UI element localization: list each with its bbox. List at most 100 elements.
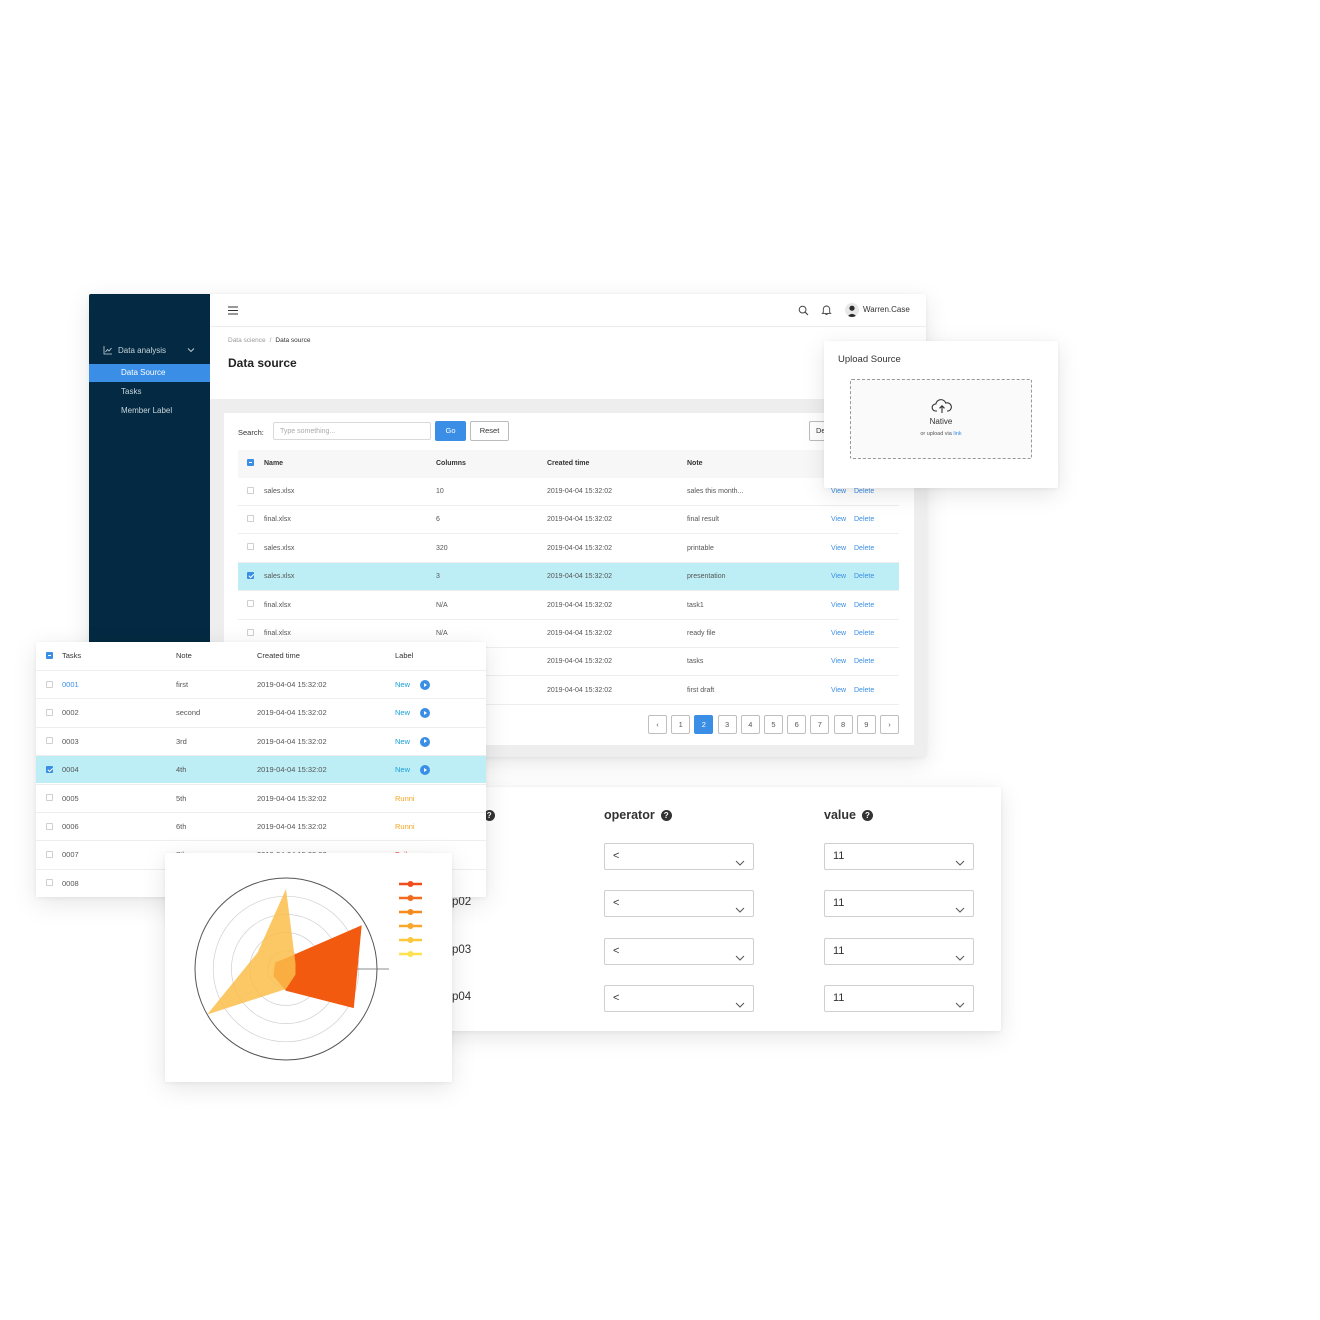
operator-select[interactable]: < [604, 890, 754, 918]
page-button[interactable]: 2 [694, 715, 714, 734]
search-icon[interactable] [798, 305, 809, 316]
column-header-label[interactable]: Label [395, 642, 413, 670]
breadcrumb-parent[interactable]: Data science [228, 337, 266, 344]
task-created-time: 2019-04-04 15:32:02 [257, 708, 327, 718]
next-page-button[interactable]: › [880, 715, 899, 734]
value-select[interactable]: 11 [824, 843, 974, 870]
help-icon[interactable]: ? [660, 809, 672, 821]
table-row[interactable]: 0005 5th 2019-04-04 15:32:02 Runni [36, 783, 486, 813]
view-link[interactable]: View [831, 506, 846, 534]
page-button[interactable]: 4 [740, 715, 760, 734]
play-icon[interactable] [420, 708, 430, 719]
note: task1 [687, 601, 704, 609]
column-count: N/A [436, 601, 448, 609]
table-row[interactable]: final.xlsx 6 2019-04-04 15:32:02 final resu… [238, 506, 899, 535]
go-button[interactable]: Go [435, 421, 466, 441]
task-id[interactable]: 0001 [62, 671, 79, 699]
column-header-created-time[interactable]: Created time [547, 450, 589, 478]
table-row[interactable]: 0006 6th 2019-04-04 15:32:02 Runni [36, 812, 486, 840]
upload-link[interactable]: link [953, 431, 961, 437]
delete-link[interactable]: Delete [854, 648, 874, 676]
column-header-columns[interactable]: Columns [436, 450, 466, 478]
note: sales this month... [687, 488, 744, 495]
table-header: Name Columns Created time Note [238, 450, 899, 478]
search-input[interactable]: Type something... [273, 422, 431, 440]
view-link[interactable]: View [831, 535, 846, 563]
table-row[interactable]: 0003 3rd 2019-04-04 15:32:02 New [36, 726, 486, 756]
view-link[interactable]: View [831, 648, 846, 676]
upload-native-option[interactable]: Native [851, 417, 1031, 426]
reset-button[interactable]: Reset [470, 421, 509, 441]
column-header-note[interactable]: Note [176, 642, 192, 670]
row-checkbox[interactable] [247, 563, 254, 591]
sidebar-item-member-label[interactable]: Member Label [89, 402, 210, 420]
menu-icon[interactable] [228, 306, 238, 315]
table-row[interactable]: 0002 second 2019-04-04 15:32:02 New [36, 698, 486, 726]
play-icon[interactable] [420, 736, 430, 747]
table-row[interactable]: 0004 4th 2019-04-04 15:32:02 New [36, 755, 486, 784]
row-checkbox[interactable] [46, 671, 53, 699]
view-link[interactable]: View [831, 620, 846, 648]
operator-select[interactable]: < [604, 937, 754, 965]
column-count: 3 [436, 573, 440, 581]
value-select[interactable]: 11 [824, 984, 974, 1012]
table-row[interactable]: final.xlsx N/A 2019-04-04 15:32:02 task1 Vie… [238, 592, 899, 620]
row-checkbox[interactable] [247, 506, 254, 534]
delete-link[interactable]: Delete [854, 592, 874, 620]
column-header-note[interactable]: Note [687, 450, 703, 478]
row-checkbox[interactable] [46, 756, 53, 784]
page-button[interactable]: 9 [856, 715, 876, 734]
sidebar-group-data-analysis[interactable]: Data analysis [89, 340, 210, 360]
page-button[interactable]: 1 [671, 715, 691, 734]
value-select[interactable]: 11 [824, 937, 974, 965]
help-icon[interactable]: ? [861, 809, 873, 821]
row-checkbox[interactable] [46, 841, 53, 869]
delete-link[interactable]: Delete [854, 563, 874, 591]
view-link[interactable]: View [831, 563, 846, 591]
row-checkbox[interactable] [247, 592, 254, 620]
delete-link[interactable]: Delete [854, 620, 874, 648]
view-link[interactable]: View [831, 592, 846, 620]
sidebar-item-tasks[interactable]: Tasks [89, 383, 210, 401]
status-badge: New [395, 680, 411, 689]
row-checkbox[interactable] [46, 785, 53, 813]
table-row[interactable]: sales.xlsx 320 2019-04-04 15:32:02 printabl… [238, 535, 899, 563]
task-created-time: 2019-04-04 15:32:02 [257, 765, 327, 775]
page-button[interactable]: 5 [764, 715, 783, 734]
page-button[interactable]: 3 [717, 715, 737, 734]
play-icon[interactable] [420, 680, 430, 690]
user-name[interactable]: Warren.Case [863, 305, 910, 314]
row-checkbox[interactable] [46, 870, 53, 897]
select-all-checkbox[interactable] [247, 450, 254, 478]
row-checkbox[interactable] [46, 699, 53, 727]
delete-link[interactable]: Delete [854, 506, 874, 534]
view-link[interactable]: View [831, 677, 846, 705]
bell-icon[interactable] [821, 304, 832, 316]
task-note: 4th [176, 765, 187, 775]
row-checkbox[interactable] [46, 728, 53, 756]
value-select[interactable]: 11 [824, 890, 974, 918]
column-header-tasks[interactable]: Tasks [62, 642, 81, 670]
operator-select[interactable]: < [604, 843, 754, 870]
delete-link[interactable]: Delete [854, 677, 874, 705]
play-icon[interactable] [420, 765, 430, 776]
sidebar-item-data-source[interactable]: Data Source [89, 364, 210, 382]
table-row[interactable]: sales.xlsx 3 2019-04-04 15:32:02 presentati… [238, 563, 899, 592]
row-checkbox[interactable] [247, 535, 254, 563]
row-checkbox[interactable] [247, 478, 254, 506]
column-header-name[interactable]: Name [264, 450, 283, 478]
column-header-created-time[interactable]: Created time [257, 642, 300, 670]
table-row[interactable]: sales.xlsx 10 2019-04-04 15:32:02 sales thi… [238, 478, 899, 506]
page-button[interactable]: 8 [833, 715, 853, 734]
page-button[interactable]: 7 [810, 715, 830, 734]
note: printable [687, 544, 714, 552]
select-all-checkbox[interactable] [46, 642, 53, 670]
table-row[interactable]: 0001 first 2019-04-04 15:32:02 New [36, 670, 486, 698]
operator-select[interactable]: < [604, 984, 754, 1012]
row-checkbox[interactable] [46, 813, 53, 841]
page-button[interactable]: 6 [787, 715, 807, 734]
delete-link[interactable]: Delete [854, 535, 874, 563]
avatar[interactable] [845, 303, 859, 317]
prev-page-button[interactable]: ‹ [648, 715, 667, 734]
upload-dropzone[interactable]: Native or upload via link [850, 379, 1032, 459]
